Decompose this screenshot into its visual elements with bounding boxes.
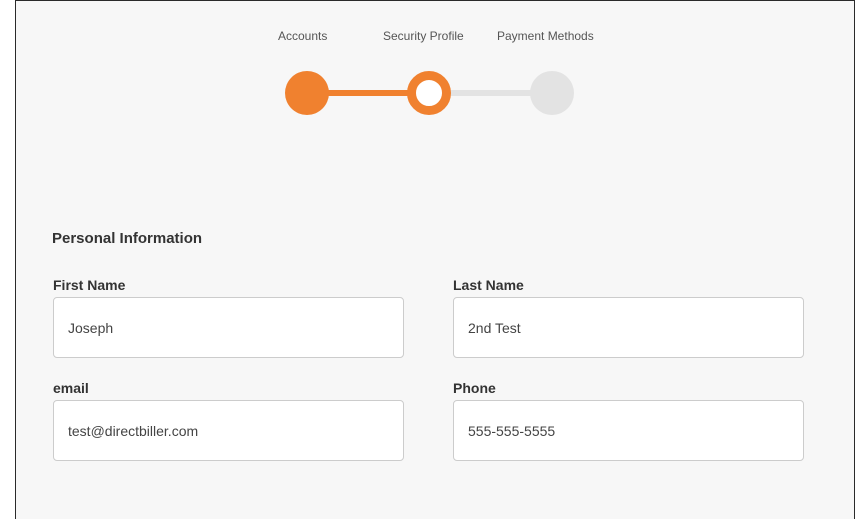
last-name-label: Last Name (453, 277, 524, 293)
step-progress: Accounts Security Profile Payment Method… (16, 1, 854, 151)
registration-panel: Accounts Security Profile Payment Method… (15, 0, 855, 519)
step-dot-security-profile[interactable] (407, 71, 451, 115)
step-label-accounts: Accounts (278, 29, 328, 43)
step-label-payment-methods: Payment Methods (497, 29, 594, 43)
section-title-personal-information: Personal Information (52, 230, 203, 247)
first-name-input[interactable] (53, 297, 404, 358)
step-label-security-profile: Security Profile (383, 29, 464, 43)
step-dot-accounts[interactable] (285, 71, 329, 115)
email-input[interactable] (53, 400, 404, 461)
email-label: email (53, 380, 89, 396)
step-dot-payment-methods[interactable] (530, 71, 574, 115)
phone-input[interactable] (453, 400, 804, 461)
last-name-input[interactable] (453, 297, 804, 358)
first-name-label: First Name (53, 277, 126, 293)
phone-label: Phone (453, 380, 496, 396)
